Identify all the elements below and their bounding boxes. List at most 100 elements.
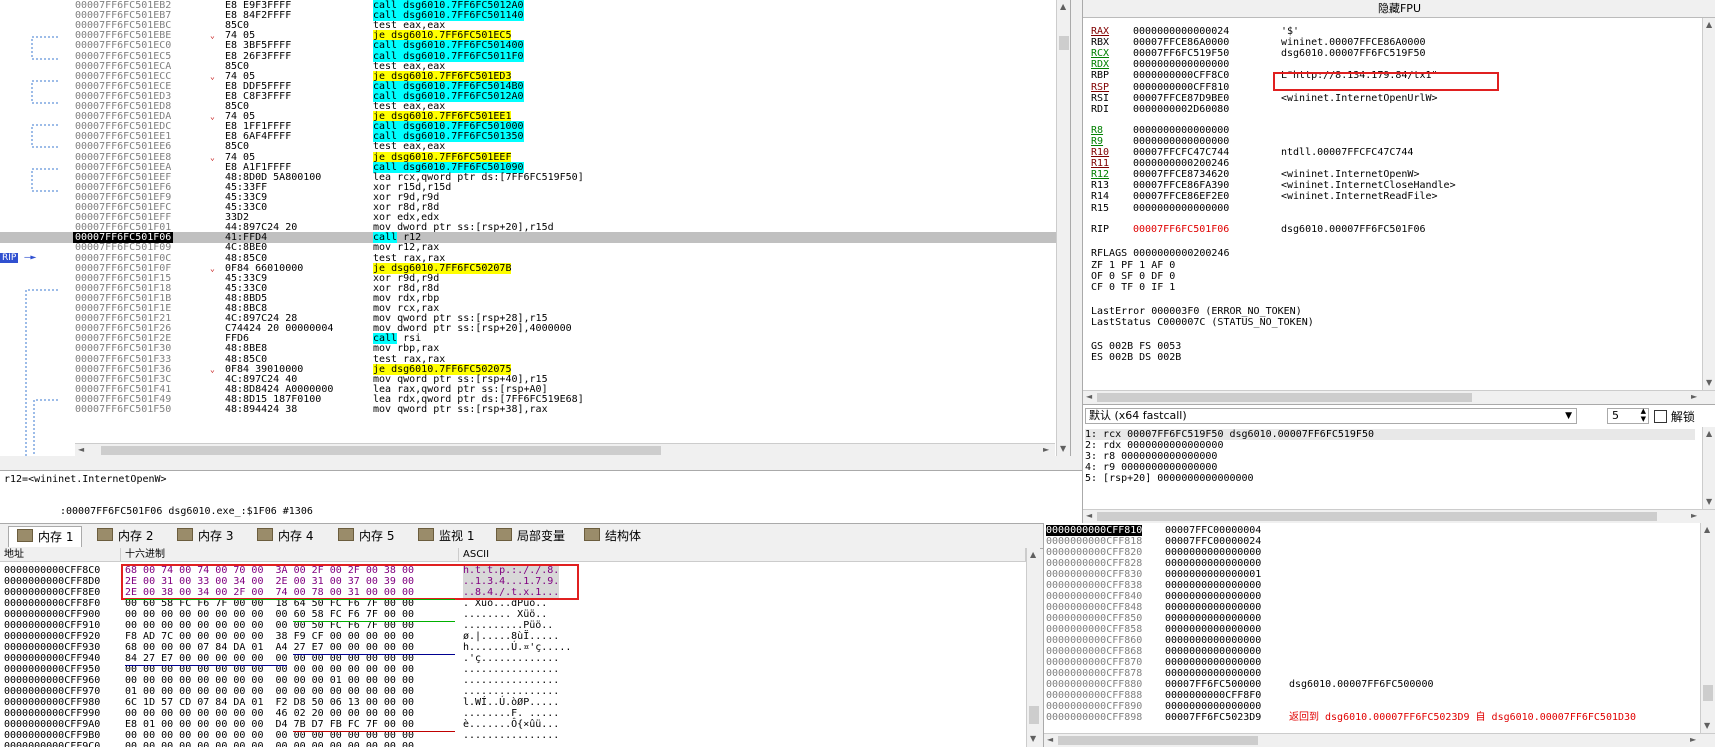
stack-row[interactable]: 0000000000CFF830 0000000000000001 [1044, 569, 1694, 580]
dump-ascii[interactable]: .'ç............. [463, 653, 559, 664]
scroll-down-icon[interactable]: ▼ [1030, 734, 1036, 743]
call-arg-row[interactable]: 5: [rsp+20] 0000000000000000 [1085, 473, 1695, 484]
tab-4[interactable]: 内存 4 [249, 526, 321, 546]
disasm-hscroll-thumb[interactable] [101, 446, 661, 455]
dump-hex[interactable]: 00 00 00 00 00 00 00 00 00 00 00 00 00 0… [125, 741, 414, 747]
dump-vscroll[interactable]: ▲ ▼ [1026, 548, 1040, 747]
tab-2[interactable]: 内存 2 [89, 526, 161, 546]
disasm-vscroll[interactable]: ▲ ▼ [1056, 0, 1070, 456]
call-arg-row[interactable]: 2: rdx 0000000000000000 [1085, 440, 1695, 451]
stack-row[interactable]: 0000000000CFF848 0000000000000000 [1044, 602, 1694, 613]
dump-hex[interactable]: 00 00 00 00 00 00 00 00 00 60 58 FC F6 7… [125, 609, 414, 620]
tab-3[interactable]: 内存 3 [169, 526, 241, 546]
stack-row[interactable]: 0000000000CFF880 00007FF6FC500000 dsg6010.… [1044, 679, 1694, 690]
callconv-vscroll[interactable]: ▲ ▼ [1702, 427, 1715, 509]
scroll-right-icon[interactable]: ► [1691, 392, 1697, 401]
arg-count-spinbox[interactable]: 5 ▲ ▼ [1607, 407, 1649, 424]
stack-hscroll-thumb[interactable] [1058, 736, 1258, 745]
scroll-up-icon[interactable]: ▲ [1706, 20, 1712, 29]
dump-ascii[interactable]: ........ Xüö.. [463, 609, 547, 620]
disasm-hscroll[interactable]: ◄ ► [75, 443, 1055, 456]
dump-row[interactable]: 0000000000CFF920 F8 AD 7C 00 00 00 00 00 … [0, 631, 1024, 642]
stack-row[interactable]: 0000000000CFF878 0000000000000000 [1044, 668, 1694, 679]
stack-row[interactable]: 0000000000CFF818 00007FFC00000024 [1044, 536, 1694, 547]
scroll-down-icon[interactable]: ▼ [1706, 378, 1712, 387]
stack-pane[interactable]: 0000000000CFF810 00007FFC00000004 00000000… [1043, 523, 1715, 747]
dump-row[interactable]: 0000000000CFF940 84 27 E7 00 00 00 00 00 … [0, 653, 1024, 664]
unlock-checkbox[interactable]: 解锁 [1654, 408, 1695, 425]
scroll-up-icon[interactable]: ▲ [1704, 525, 1710, 534]
hide-fpu-button[interactable]: 隐藏FPU [1083, 0, 1715, 18]
stack-row[interactable]: 0000000000CFF850 0000000000000000 [1044, 613, 1694, 624]
scroll-up-icon[interactable]: ▲ [1060, 2, 1066, 11]
dump-header-address[interactable]: 地址 [0, 548, 121, 562]
disasm-row[interactable]: 00007FF6FC501F50 48:894424 38 mov qword pt… [0, 404, 1062, 415]
dump-vscroll-thumb[interactable] [1029, 706, 1039, 724]
register-value[interactable]: 0000000002D60080 [1133, 104, 1281, 116]
tab-8[interactable]: 结构体 [576, 526, 649, 546]
scroll-up-icon[interactable]: ▲ [1706, 429, 1712, 438]
dump-hex[interactable]: E8 01 00 00 00 00 00 00 D4 7B D7 FB FC 7… [125, 719, 414, 730]
rflags-value[interactable]: 0000000000200246 [1133, 248, 1229, 259]
stack-row[interactable]: 0000000000CFF810 00007FFC00000004 [1044, 525, 1694, 536]
dump-ascii[interactable]: ø.|.....8ùÏ..... [463, 631, 559, 642]
memory-dump-pane[interactable]: 地址 十六进制 ASCII 0000000000CFF8C0 68 00 74 0… [0, 548, 1040, 747]
register-value[interactable]: 00007FF6FC501F06 [1133, 224, 1281, 236]
dump-row[interactable]: 0000000000CFF930 68 00 00 00 07 84 DA 01 … [0, 642, 1024, 653]
dump-hex[interactable]: 6C 1D 57 CD 07 84 DA 01 F2 D8 50 06 13 0… [125, 697, 414, 708]
dump-hex[interactable]: 00 00 00 00 00 00 00 00 46 02 20 00 00 0… [125, 708, 414, 719]
dump-row[interactable]: 0000000000CFF9C0 00 00 00 00 00 00 00 00 … [0, 741, 1024, 747]
stack-row[interactable]: 0000000000CFF840 0000000000000000 [1044, 591, 1694, 602]
registers-pane[interactable]: 隐藏FPU RAX 0000000000000024 '$' RBX 00007FFCE… [1082, 0, 1715, 404]
callconv-hscroll-thumb[interactable] [1097, 512, 1657, 521]
regs-hscroll-thumb[interactable] [1097, 393, 1472, 402]
scroll-up-icon[interactable]: ▲ [1030, 550, 1036, 559]
checkbox-icon[interactable] [1654, 410, 1667, 423]
scroll-down-icon[interactable]: ▼ [1704, 721, 1710, 730]
call-arg-row[interactable]: 1: rcx 00007FF6FC519F50 dsg6010.00007FF6… [1085, 429, 1695, 440]
dump-header-hex[interactable]: 十六进制 [121, 548, 459, 562]
disasm-vscroll-thumb[interactable] [1059, 36, 1069, 50]
stack-hscroll[interactable]: ◄ ► [1044, 733, 1715, 747]
regs-vscroll[interactable]: ▲ ▼ [1702, 18, 1715, 390]
scroll-left-icon[interactable]: ◄ [1047, 735, 1053, 744]
dump-ascii[interactable]: è.......Ô{×ûü... [463, 719, 559, 730]
tab-6[interactable]: 监视 1 [410, 526, 482, 546]
dump-hex[interactable]: 01 00 00 00 00 00 00 00 00 00 00 00 00 0… [125, 686, 414, 697]
stack-row[interactable]: 0000000000CFF870 0000000000000000 [1044, 657, 1694, 668]
flags-row[interactable]: CF 0 TF 0 IF 1 [1091, 282, 1175, 294]
dump-ascii[interactable]: ................ [463, 741, 559, 747]
scroll-right-icon[interactable]: ► [1691, 511, 1697, 520]
dump-ascii[interactable]: ................ [463, 686, 559, 697]
segment-row[interactable]: ES 002B DS 002B [1091, 352, 1181, 364]
calling-convention-select[interactable]: 默认 (x64 fastcall) ▼ [1085, 408, 1577, 424]
register-row[interactable]: R15 0000000000000000 [1091, 203, 1281, 215]
spin-arrows-icon[interactable]: ▲ ▼ [1641, 407, 1646, 423]
stack-row[interactable]: 0000000000CFF828 0000000000000000 [1044, 558, 1694, 569]
scroll-left-icon[interactable]: ◄ [1086, 511, 1092, 520]
scroll-down-icon[interactable]: ▼ [1706, 497, 1712, 506]
stack-row[interactable]: 0000000000CFF898 00007FF6FC5023D9 返回到 dsg6… [1044, 712, 1694, 723]
tab-1[interactable]: 内存 1 [8, 526, 83, 547]
tab-5[interactable]: 内存 5 [330, 526, 402, 546]
dump-ascii[interactable]: ................ [463, 730, 559, 741]
register-row-rip[interactable]: RIP 00007FF6FC501F06 dsg6010.00007FF6FC501… [1091, 224, 1426, 236]
stack-row[interactable]: 0000000000CFF860 0000000000000000 [1044, 635, 1694, 646]
stack-vscroll[interactable]: ▲ ▼ [1700, 523, 1715, 733]
dump-row[interactable]: 0000000000CFF9A0 E8 01 00 00 00 00 00 00 … [0, 719, 1024, 730]
callconv-hscroll[interactable]: ◄ ► [1083, 509, 1715, 523]
disassembly-pane[interactable]: 00007FF6FC501EB2 E8 E9F3FFFF call dsg6010.… [0, 0, 1071, 456]
stack-vscroll-thumb[interactable] [1703, 685, 1713, 701]
dump-row[interactable]: 0000000000CFF910 00 00 00 00 00 00 00 00 … [0, 620, 1024, 631]
dump-hex[interactable]: F8 AD 7C 00 00 00 00 00 38 F9 CF 00 00 0… [125, 631, 414, 642]
dump-ascii[interactable]: l.WÍ..Ú.òØP..... [463, 697, 559, 708]
regs-hscroll[interactable]: ◄ ► [1083, 390, 1715, 404]
dump-row[interactable]: 0000000000CFF9B0 00 00 00 00 00 00 00 00 … [0, 730, 1024, 741]
register-value[interactable]: 0000000000000000 [1133, 203, 1281, 215]
stack-row[interactable]: 0000000000CFF868 0000000000000000 [1044, 646, 1694, 657]
scroll-down-icon[interactable]: ▼ [1060, 444, 1066, 453]
scroll-left-icon[interactable]: ◄ [78, 445, 84, 454]
scroll-right-icon[interactable]: ► [1043, 445, 1049, 454]
dump-row[interactable]: 0000000000CFF990 00 00 00 00 00 00 00 00 … [0, 708, 1024, 719]
dump-row[interactable]: 0000000000CFF900 00 00 00 00 00 00 00 00 … [0, 609, 1024, 620]
